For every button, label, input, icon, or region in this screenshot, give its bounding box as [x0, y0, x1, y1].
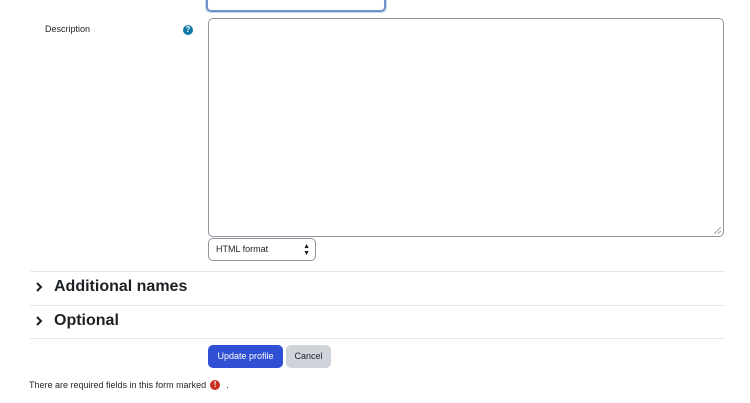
select-arrows-icon: ▲ ▼ [303, 242, 310, 257]
description-textarea[interactable] [208, 18, 724, 237]
divider [30, 338, 725, 339]
question-circle-icon[interactable]: ? [183, 25, 193, 35]
chevron-right-icon [36, 316, 43, 326]
format-select[interactable]: HTML format ▲ ▼ [208, 238, 316, 261]
chevron-right-icon [36, 282, 43, 292]
required-note-text: There are required fields in this form m… [29, 380, 207, 390]
cancel-button[interactable]: Cancel [286, 345, 331, 368]
section-optional[interactable]: Optional [34, 312, 119, 330]
divider [30, 305, 725, 306]
section-additional-names[interactable]: Additional names [34, 278, 187, 296]
required-fields-note: There are required fields in this form m… [29, 380, 229, 390]
format-select-value: HTML format [216, 244, 269, 254]
previous-field-input[interactable] [206, 0, 386, 12]
resize-grip-icon[interactable] [714, 227, 721, 234]
exclamation-circle-icon: ! [210, 380, 221, 390]
section-title: Additional names [54, 278, 188, 295]
description-label: Description [45, 24, 91, 34]
edit-profile-form: Description ? HTML format ▲ ▼ Additional … [0, 0, 750, 403]
section-title: Optional [54, 312, 119, 329]
update-profile-button[interactable]: Update profile [208, 345, 283, 368]
required-note-end: . [226, 380, 229, 390]
divider [30, 271, 725, 272]
